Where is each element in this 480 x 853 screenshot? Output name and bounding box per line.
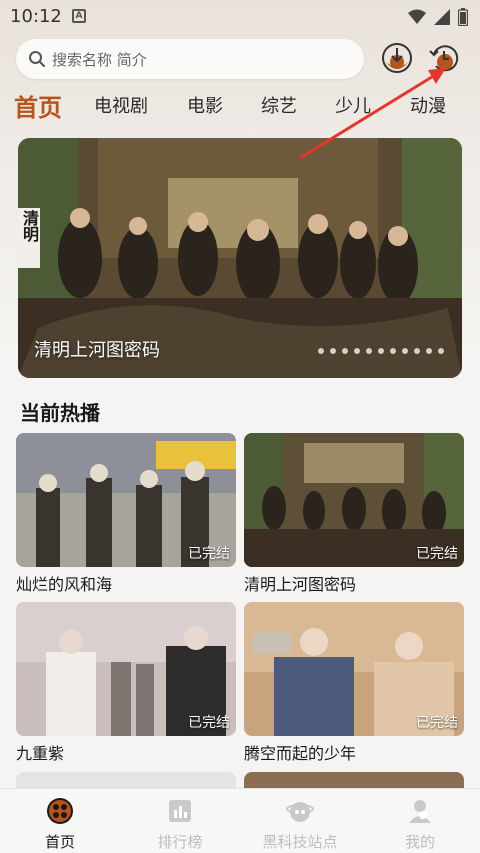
show-title: 九重紫: [16, 744, 65, 763]
tab-movies[interactable]: 电影: [187, 92, 223, 118]
bottom-navigation: 首页 排行榜 黑科技站点 我的: [0, 788, 480, 853]
show-thumbnail: 已完结: [16, 433, 236, 567]
profile-icon: [409, 800, 431, 823]
battery-icon: [458, 8, 468, 26]
history-icon[interactable]: [428, 42, 460, 74]
tab-kids[interactable]: 少儿: [335, 92, 371, 118]
status-indicators: [408, 8, 468, 26]
tab-variety[interactable]: 综艺: [261, 92, 297, 118]
carousel-dot[interactable]: [438, 348, 444, 354]
show-thumbnail: 已完结: [244, 433, 464, 567]
status-time: 10:12: [10, 6, 62, 27]
category-tabs: 首页 电视剧 电影 综艺 少儿 动漫: [0, 88, 480, 124]
section-title: 当前热播: [20, 401, 100, 425]
wifi-icon: [408, 9, 426, 24]
nav-tech-site[interactable]: 黑科技站点: [240, 797, 360, 852]
banner-side-text: 清明: [20, 210, 39, 242]
search-bar[interactable]: 搜索名称 简介: [16, 39, 364, 79]
carousel-indicator: [318, 348, 444, 354]
tab-tv-series[interactable]: 电视剧: [94, 92, 148, 118]
nav-label: 黑科技站点: [262, 833, 338, 851]
tab-anime[interactable]: 动漫: [410, 92, 446, 118]
carousel-dot[interactable]: [342, 348, 348, 354]
carousel-dot[interactable]: [426, 348, 432, 354]
carousel-dot[interactable]: [414, 348, 420, 354]
nav-ranking[interactable]: 排行榜: [120, 797, 240, 852]
show-card[interactable]: 已完结 清明上河图密码: [244, 433, 464, 595]
search-input[interactable]: 搜索名称 简介: [52, 49, 147, 70]
nav-profile[interactable]: 我的: [360, 797, 480, 852]
nav-label: 首页: [44, 833, 75, 851]
carousel-dot[interactable]: [390, 348, 396, 354]
featured-banner[interactable]: 清明 清明上河图密码: [18, 138, 462, 378]
show-thumbnail: 已完结: [244, 602, 464, 736]
status-bar: 10:12 A: [0, 0, 480, 32]
tech-site-icon: [286, 802, 314, 822]
status-badge: 已完结: [416, 546, 458, 562]
nav-home[interactable]: 首页: [0, 797, 120, 852]
show-title: 腾空而起的少年: [244, 744, 357, 763]
status-badge: 已完结: [188, 546, 230, 562]
notification-icon: A: [72, 9, 86, 23]
carousel-dot[interactable]: [366, 348, 372, 354]
show-card[interactable]: 已完结 腾空而起的少年: [244, 602, 464, 764]
carousel-dot[interactable]: [330, 348, 336, 354]
nav-label: 排行榜: [157, 833, 203, 851]
carousel-dot[interactable]: [402, 348, 408, 354]
status-badge: 已完结: [188, 715, 230, 731]
signal-icon: [434, 9, 450, 25]
carousel-dot[interactable]: [354, 348, 360, 354]
show-thumbnail: 已完结: [16, 602, 236, 736]
banner-title: 清明上河图密码: [34, 340, 160, 361]
show-card[interactable]: 已完结 九重紫: [16, 602, 236, 764]
ranking-chart-icon: [169, 800, 191, 822]
show-title: 清明上河图密码: [244, 575, 357, 594]
download-icon[interactable]: [381, 42, 413, 74]
search-icon: [29, 51, 45, 67]
home-film-reel-icon: [47, 798, 73, 824]
status-badge: 已完结: [416, 715, 458, 731]
nav-label: 我的: [404, 833, 435, 851]
show-title: 灿烂的风和海: [16, 575, 113, 594]
carousel-dot[interactable]: [318, 348, 324, 354]
tab-home[interactable]: 首页: [14, 88, 62, 123]
show-card[interactable]: 已完结 灿烂的风和海: [16, 433, 236, 595]
carousel-dot[interactable]: [378, 348, 384, 354]
